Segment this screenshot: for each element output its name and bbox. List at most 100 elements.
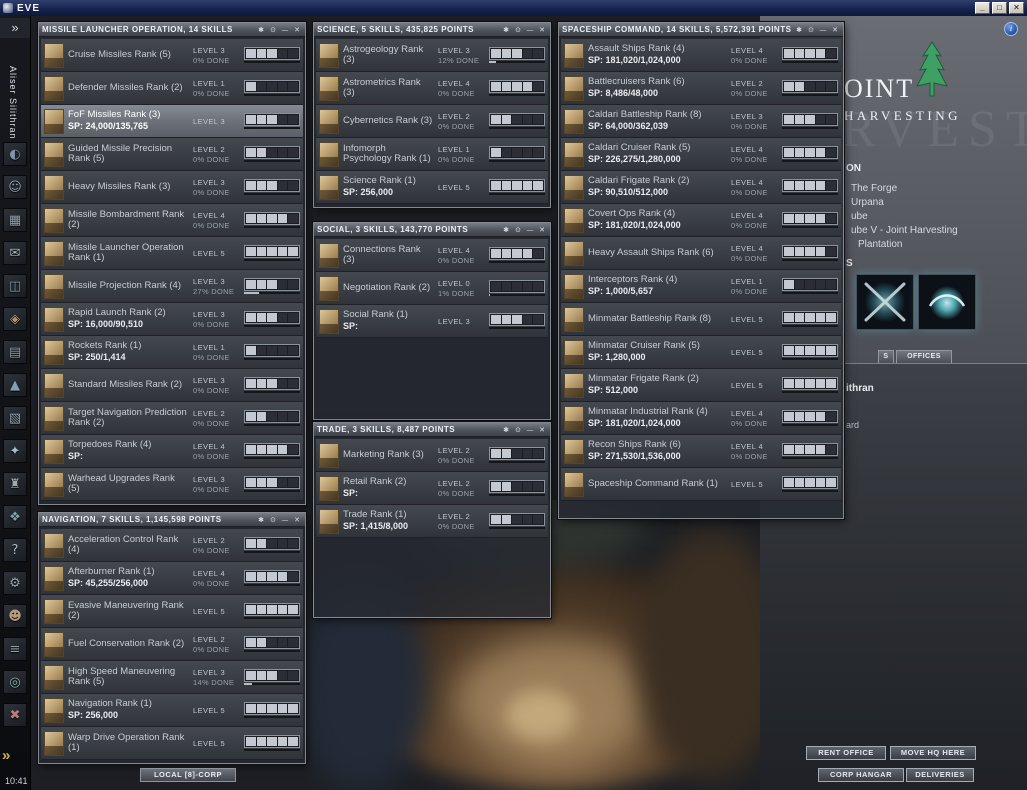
skill-row[interactable]: Minmatar Battleship Rank (8) LEVEL 5: [561, 303, 841, 336]
skill-row[interactable]: Standard Missiles Rank (2) LEVEL 3 0% DO…: [41, 369, 303, 402]
skill-row[interactable]: Connections Rank (3) LEVEL 4 0% DONE: [316, 239, 548, 272]
item-preview-icon-1[interactable]: [856, 274, 914, 330]
scanner-icon[interactable]: ◎: [3, 670, 27, 694]
skill-row[interactable]: Defender Missiles Rank (2) LEVEL 1 0% DO…: [41, 72, 303, 105]
close-button[interactable]: ✕: [1009, 2, 1024, 14]
window-titlebar[interactable]: TRADE, 3 SKILLS, 8,487 POINTS ✱ ⊙ — ✕: [314, 423, 550, 437]
window-close-button[interactable]: ✕: [537, 26, 547, 34]
skill-row[interactable]: Social Rank (1) SP: LEVEL 3: [316, 305, 548, 338]
move-hq-here-button[interactable]: MOVE HQ HERE: [890, 746, 976, 760]
corp-hangar-button[interactable]: CORP HANGAR: [818, 768, 904, 782]
window-titlebar[interactable]: SCIENCE, 5 SKILLS, 435,825 POINTS ✱ ⊙ — …: [314, 23, 550, 37]
maximize-button[interactable]: □: [992, 2, 1007, 14]
deliveries-button[interactable]: DELIVERIES: [906, 768, 974, 782]
skill-row[interactable]: Caldari Cruiser Rank (5) SP: 226,275/1,2…: [561, 138, 841, 171]
skill-row[interactable]: Covert Ops Rank (4) SP: 181,020/1,024,00…: [561, 204, 841, 237]
chat-tab-local-corp[interactable]: LOCAL [8]-CORP: [140, 768, 236, 782]
skill-row[interactable]: Missile Projection Rank (4) LEVEL 3 27% …: [41, 270, 303, 303]
window-close-button[interactable]: ✕: [292, 516, 302, 524]
skill-row[interactable]: Astrometrics Rank (3) LEVEL 4 0% DONE: [316, 72, 548, 105]
neocom-expand-bottom-button[interactable]: »: [2, 747, 10, 764]
skill-row[interactable]: Heavy Assault Ships Rank (6) LEVEL 4 0% …: [561, 237, 841, 270]
window-titlebar[interactable]: NAVIGATION, 7 SKILLS, 1,145,598 POINTS ✱…: [39, 513, 305, 527]
skill-row[interactable]: FoF Missiles Rank (3) SP: 24,000/135,765…: [41, 105, 303, 138]
skill-row[interactable]: Navigation Rank (1) SP: 256,000 LEVEL 5: [41, 694, 303, 727]
skill-row[interactable]: Recon Ships Rank (6) SP: 271,530/1,536,0…: [561, 435, 841, 468]
skill-row[interactable]: Target Navigation Prediction Rank (2) LE…: [41, 402, 303, 435]
skill-row[interactable]: Minmatar Cruiser Rank (5) SP: 1,280,000 …: [561, 336, 841, 369]
skill-row[interactable]: Evasive Maneuvering Rank (2) LEVEL 5: [41, 595, 303, 628]
skill-row[interactable]: Warhead Upgrades Rank (5) LEVEL 3 0% DON…: [41, 468, 303, 501]
skill-row[interactable]: Heavy Missiles Rank (3) LEVEL 3 0% DONE: [41, 171, 303, 204]
skill-row[interactable]: Missile Bombardment Rank (2) LEVEL 4 0% …: [41, 204, 303, 237]
mail-icon[interactable]: ✉: [3, 241, 27, 265]
os-titlebar[interactable]: EVE _ □ ✕: [0, 0, 1027, 16]
window-titlebar[interactable]: SPACESHIP COMMAND, 14 SKILLS, 5,572,391 …: [559, 23, 843, 37]
people-places-icon[interactable]: ☺: [3, 175, 27, 199]
character-icon[interactable]: ☻: [3, 604, 27, 628]
skills-icon[interactable]: ✦: [3, 439, 27, 463]
skill-row[interactable]: Fuel Conservation Rank (2) LEVEL 2 0% DO…: [41, 628, 303, 661]
map-icon[interactable]: ◐: [3, 142, 27, 166]
ships-icon[interactable]: ▲: [3, 373, 27, 397]
tab-s[interactable]: S: [878, 350, 894, 363]
skill-row[interactable]: Cybernetics Rank (3) LEVEL 2 0% DONE: [316, 105, 548, 138]
skill-row[interactable]: Trade Rank (1) SP: 1,415/8,000 LEVEL 2 0…: [316, 505, 548, 538]
items-icon[interactable]: ▤: [3, 340, 27, 364]
window-close-button[interactable]: ✕: [292, 26, 302, 34]
skill-row[interactable]: Rapid Launch Rank (2) SP: 16,000/90,510 …: [41, 303, 303, 336]
window-close-button[interactable]: ✕: [537, 226, 547, 234]
window-minimize-button[interactable]: —: [525, 426, 535, 434]
window-shade-button[interactable]: ⊙: [513, 426, 523, 434]
window-pin-button[interactable]: ✱: [256, 516, 266, 524]
window-pin-button[interactable]: ✱: [501, 226, 511, 234]
skill-row[interactable]: Caldari Battleship Rank (8) SP: 64,000/3…: [561, 105, 841, 138]
skill-row[interactable]: Warp Drive Operation Rank (1) LEVEL 5: [41, 727, 303, 760]
skill-row[interactable]: Retail Rank (2) SP: LEVEL 2 0% DONE: [316, 472, 548, 505]
minimize-button[interactable]: _: [975, 2, 990, 14]
skill-row[interactable]: Afterburner Rank (1) SP: 45,255/256,000 …: [41, 562, 303, 595]
window-close-button[interactable]: ✕: [537, 426, 547, 434]
window-close-button[interactable]: ✕: [830, 26, 840, 34]
skill-row[interactable]: Torpedoes Rank (4) SP: LEVEL 4 0% DONE: [41, 435, 303, 468]
window-shade-button[interactable]: ⊙: [268, 26, 278, 34]
skill-row[interactable]: Marketing Rank (3) LEVEL 2 0% DONE: [316, 439, 548, 472]
skill-row[interactable]: Astrogeology Rank (3) LEVEL 3 12% DONE: [316, 39, 548, 72]
skill-row[interactable]: Caldari Frigate Rank (2) SP: 90,510/512,…: [561, 171, 841, 204]
skill-row[interactable]: Assault Ships Rank (4) SP: 181,020/1,024…: [561, 39, 841, 72]
tab-offices[interactable]: OFFICES: [896, 350, 952, 363]
skill-row[interactable]: Guided Missile Precision Rank (5) LEVEL …: [41, 138, 303, 171]
window-pin-button[interactable]: ✱: [501, 426, 511, 434]
corporation-icon[interactable]: ♜: [3, 472, 27, 496]
skill-row[interactable]: Negotiation Rank (2) LEVEL 0 1% DONE: [316, 272, 548, 305]
window-minimize-button[interactable]: —: [280, 26, 290, 34]
window-shade-button[interactable]: ⊙: [513, 26, 523, 34]
wallet-icon[interactable]: ◈: [3, 307, 27, 331]
skill-row[interactable]: Missile Launcher Operation Rank (1) LEVE…: [41, 237, 303, 270]
window-pin-button[interactable]: ✱: [501, 26, 511, 34]
exit-icon[interactable]: ✖: [3, 703, 27, 727]
window-minimize-button[interactable]: —: [525, 26, 535, 34]
rent-office-button[interactable]: RENT OFFICE: [806, 746, 886, 760]
info-icon[interactable]: i: [1004, 22, 1018, 36]
science-icon[interactable]: ❖: [3, 505, 27, 529]
help-icon[interactable]: ?: [3, 538, 27, 562]
skill-row[interactable]: Minmatar Frigate Rank (2) SP: 512,000 LE…: [561, 369, 841, 402]
settings-icon[interactable]: ⚙: [3, 571, 27, 595]
skill-row[interactable]: High Speed Maneuvering Rank (5) LEVEL 3 …: [41, 661, 303, 694]
skill-row[interactable]: Interceptors Rank (4) SP: 1,000/5,657 LE…: [561, 270, 841, 303]
skill-row[interactable]: Minmatar Industrial Rank (4) SP: 181,020…: [561, 402, 841, 435]
chat-icon[interactable]: ≡: [3, 637, 27, 661]
neocom-expand-button[interactable]: »: [0, 18, 30, 38]
window-minimize-button[interactable]: —: [818, 26, 828, 34]
market-icon[interactable]: ◫: [3, 274, 27, 298]
window-titlebar[interactable]: MISSILE LAUNCHER OPERATION, 14 SKILLS ✱ …: [39, 23, 305, 37]
window-minimize-button[interactable]: —: [280, 516, 290, 524]
skill-row[interactable]: Cruise Missiles Rank (5) LEVEL 3 0% DONE: [41, 39, 303, 72]
window-pin-button[interactable]: ✱: [794, 26, 804, 34]
window-minimize-button[interactable]: —: [525, 226, 535, 234]
skill-row[interactable]: Science Rank (1) SP: 256,000 LEVEL 5: [316, 171, 548, 204]
window-pin-button[interactable]: ✱: [256, 26, 266, 34]
skill-row[interactable]: Rockets Rank (1) SP: 250/1,414 LEVEL 1 0…: [41, 336, 303, 369]
window-titlebar[interactable]: SOCIAL, 3 SKILLS, 143,770 POINTS ✱ ⊙ — ✕: [314, 223, 550, 237]
